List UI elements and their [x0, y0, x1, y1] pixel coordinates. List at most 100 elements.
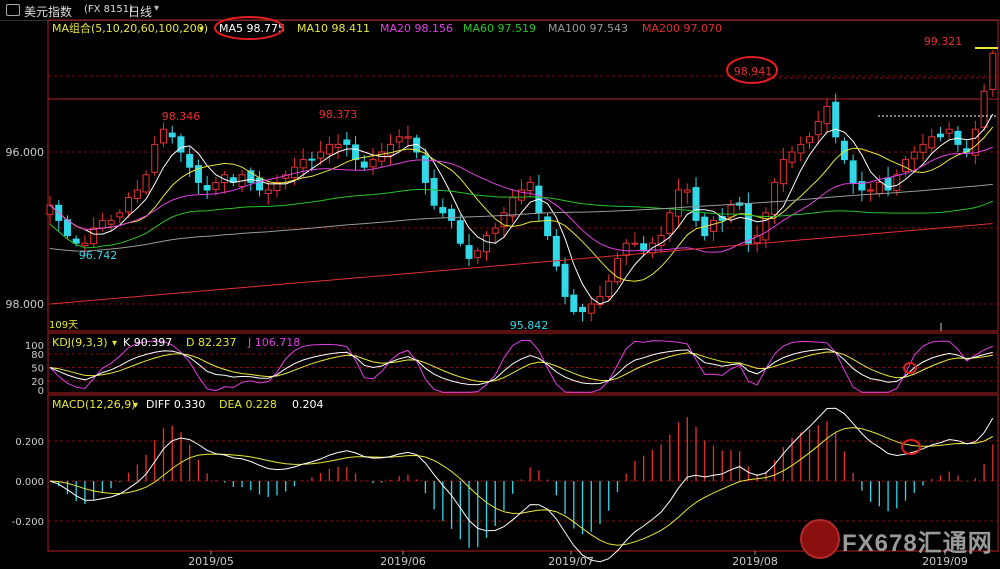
candle-up [491, 227, 499, 234]
candle-up [675, 189, 683, 217]
candle-down [186, 153, 194, 168]
macd-y-label: 0.000 [15, 477, 44, 488]
candle-down [203, 185, 211, 191]
candle-up [509, 197, 517, 217]
candle-up [334, 143, 342, 148]
candle-down [308, 158, 316, 161]
candle-down [544, 216, 552, 237]
macd-value-1: DEA 0.228 [219, 398, 277, 411]
price-annotation: 99.321 [924, 35, 963, 48]
candle-down [561, 263, 569, 297]
kdj-label: KDJ(9,3,3) [52, 336, 108, 349]
candle-up [107, 219, 115, 225]
chart-canvas: 98.00096.000MA组合(5,10,20,60,100,200)▾ MA5… [6, 16, 999, 568]
macd-value-2: 0.204 [292, 398, 324, 411]
candle-down [552, 235, 560, 267]
candle-down [168, 132, 176, 138]
candle-down [430, 178, 438, 206]
candle-up [404, 136, 412, 139]
candle-up [605, 280, 613, 297]
price-annotation: 98.346 [162, 110, 201, 123]
candle-up [264, 189, 272, 194]
candle-up [587, 303, 595, 314]
candle-down [439, 207, 447, 214]
candle-up [814, 121, 822, 136]
candle-up [928, 136, 936, 149]
candle-up [369, 159, 377, 168]
kdj-value-2: J 106.718 [247, 336, 300, 349]
candle-up [395, 136, 403, 143]
candle-up [709, 219, 717, 232]
ma200-line [49, 223, 993, 305]
price-annotation: 98.941 [734, 65, 773, 78]
candle-up [483, 235, 490, 253]
y-axis-label: 96.000 [6, 146, 45, 159]
ma5-line [49, 113, 994, 305]
candle-down [579, 306, 587, 313]
watermark-logo: FX678汇通网 [800, 517, 998, 559]
x-axis-label: 2019/08 [732, 555, 778, 568]
ma-legend-2: MA20 98.156 [380, 22, 453, 35]
candle-up [622, 242, 630, 256]
ma-legend-0: MA5 98.775 [219, 22, 285, 35]
kdj-y-label: 0 [38, 386, 44, 397]
candle-down [360, 161, 368, 168]
candle-up [90, 227, 98, 245]
candle-up [133, 189, 141, 199]
candle-up [98, 219, 106, 229]
macd-dropdown-icon: ▾ [133, 400, 138, 411]
kdj-value-1: D 82.237 [186, 336, 236, 349]
candle-down [744, 203, 752, 244]
candle-up [945, 128, 953, 134]
candle-up [875, 181, 883, 195]
candle-up [779, 159, 787, 185]
ma-group-dropdown-icon: ▾ [199, 24, 204, 35]
candle-up [910, 151, 918, 160]
candle-down [692, 187, 700, 221]
candle-up [919, 143, 927, 153]
macd-y-label: -0.200 [12, 517, 44, 528]
candle-down [832, 101, 840, 138]
candle-down [343, 139, 351, 145]
candle-down [352, 144, 360, 161]
candle-up [125, 197, 133, 213]
candle-up [159, 128, 167, 144]
candle-up [989, 52, 997, 90]
candle-up [325, 143, 333, 155]
watermark-text: FX678汇通网 [842, 530, 993, 557]
x-axis-label: 2019/05 [188, 555, 234, 568]
kdj-y-label: 80 [31, 350, 44, 361]
price-annotation: 96.742 [79, 249, 118, 262]
candle-up [666, 212, 674, 234]
candle-down [256, 177, 264, 191]
candle-up [116, 212, 124, 218]
candle-down [640, 243, 648, 252]
candle-up [212, 181, 220, 190]
watermark-icon [800, 519, 840, 559]
candle-up [151, 143, 159, 173]
candle-up [631, 242, 639, 245]
price-annotation: 95.842 [510, 319, 549, 332]
candle-up [81, 242, 89, 247]
candle-up [526, 181, 534, 191]
candle-up [299, 159, 307, 169]
candle-up [797, 143, 805, 154]
macd-value-0: DIFF 0.330 [146, 398, 205, 411]
kdj-y-label: 50 [31, 364, 44, 375]
candle-up [971, 128, 979, 156]
x-axis-label: 2019/06 [380, 555, 426, 568]
y-axis-label: 98.000 [6, 298, 45, 311]
candle-down [884, 177, 892, 191]
candle-up [823, 105, 831, 125]
candle-down [936, 133, 944, 138]
candle-up [788, 151, 796, 163]
bars-count-label: 109天 [49, 320, 78, 331]
candle-down [72, 238, 80, 244]
candle-up [142, 174, 150, 193]
candle-up [317, 151, 325, 159]
candle-down [570, 294, 578, 313]
x-axis-label: 2019/07 [548, 555, 594, 568]
candle-down [456, 220, 464, 244]
candle-up [474, 250, 482, 258]
candle-up [727, 204, 735, 218]
